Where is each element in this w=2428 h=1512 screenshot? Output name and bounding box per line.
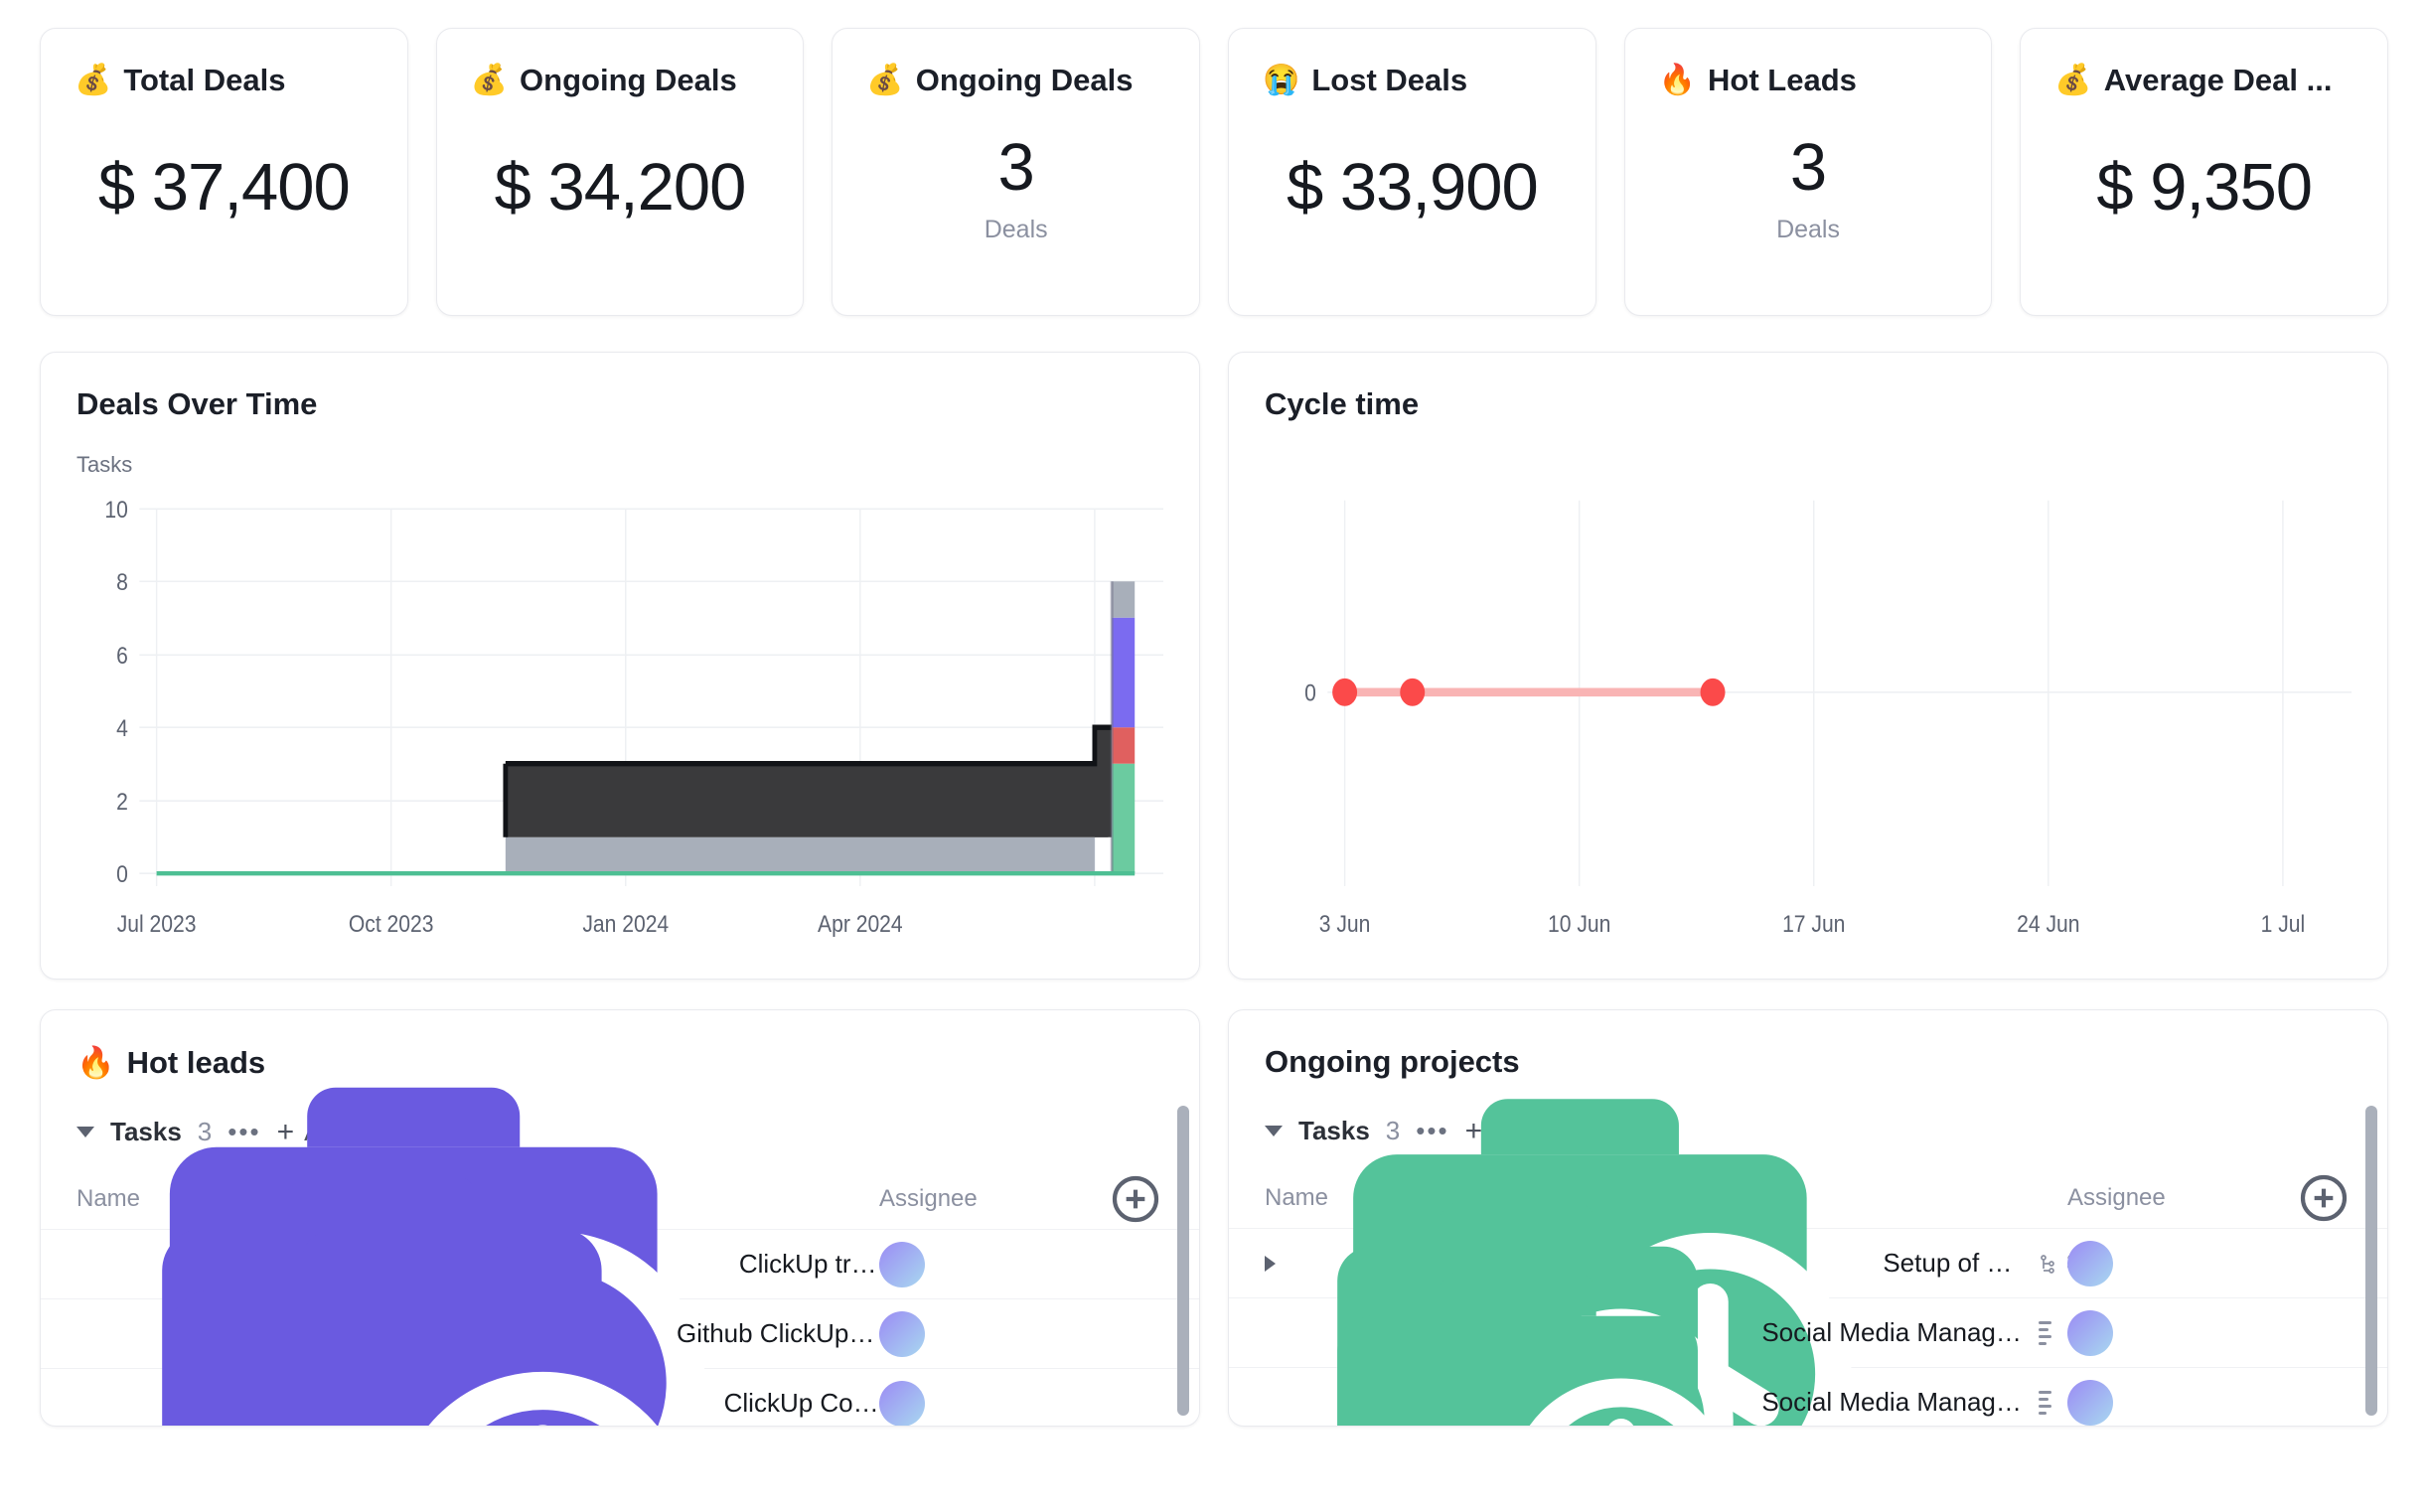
crying-face-icon: 😭 bbox=[1263, 66, 1299, 95]
kpi-body: $ 33,900 bbox=[1263, 98, 1562, 315]
svg-text:Oct 2023: Oct 2023 bbox=[349, 911, 434, 937]
deals-over-time-panel: Deals Over Time Tasks bbox=[40, 352, 1200, 980]
kpi-subtitle: Deals bbox=[985, 216, 1048, 244]
column-header-assignee[interactable]: Assignee bbox=[2067, 1184, 2296, 1212]
task-name: Social Media Management Campaign ... bbox=[1761, 1387, 2025, 1418]
svg-text:Jul 2023: Jul 2023 bbox=[117, 911, 197, 937]
kpi-body: 3 Deals bbox=[1659, 98, 1958, 315]
kpi-value: $ 37,400 bbox=[98, 149, 350, 226]
scrollbar-thumb[interactable] bbox=[2365, 1106, 2377, 1416]
kpi-body: $ 9,350 bbox=[2054, 98, 2353, 315]
table-row[interactable]: Social Media Management Campaign ... bbox=[1229, 1367, 2387, 1427]
avatar[interactable] bbox=[879, 1242, 925, 1287]
panel-title: Cycle time bbox=[1265, 386, 2352, 422]
kpi-title: Ongoing Deals bbox=[916, 63, 1134, 98]
y-axis-title: Tasks bbox=[76, 452, 1163, 478]
kpi-value: 3 bbox=[998, 129, 1034, 206]
kpi-title: Lost Deals bbox=[1311, 63, 1467, 98]
kpi-title: Hot Leads bbox=[1708, 63, 1857, 98]
svg-text:Jan 2024: Jan 2024 bbox=[582, 911, 669, 937]
assignee-cell[interactable] bbox=[2067, 1380, 2296, 1426]
hot-leads-table: Name Assignee bbox=[41, 1169, 1199, 1427]
y-axis-title bbox=[1265, 452, 2352, 478]
svg-text:24 Jun: 24 Jun bbox=[2017, 911, 2079, 937]
money-bag-icon: 💰 bbox=[2054, 66, 2091, 95]
list-row: 🔥 Hot leads Tasks 3 ••• + Add Task Name … bbox=[40, 1009, 2388, 1427]
task-name-cell[interactable]: ClickUp Coaching bbox=[76, 1100, 879, 1427]
svg-text:4: 4 bbox=[116, 715, 128, 741]
money-bag-icon: 💰 bbox=[866, 66, 903, 95]
assignee-cell[interactable] bbox=[879, 1381, 1108, 1427]
add-column-button[interactable] bbox=[2296, 1170, 2352, 1226]
panel-title: Deals Over Time bbox=[76, 386, 1163, 422]
avatar[interactable] bbox=[2067, 1310, 2113, 1356]
svg-text:3 Jun: 3 Jun bbox=[1319, 911, 1371, 937]
svg-text:6: 6 bbox=[116, 643, 128, 669]
svg-text:0: 0 bbox=[116, 861, 128, 887]
svg-text:10 Jun: 10 Jun bbox=[1548, 911, 1610, 937]
scrollbar-thumb[interactable] bbox=[1177, 1106, 1189, 1416]
task-briefcase-clock-icon bbox=[1288, 1172, 1747, 1427]
kpi-card-ongoing-deals-amount[interactable]: 💰 Ongoing Deals $ 34,200 bbox=[436, 28, 805, 316]
kpi-header: 💰 Total Deals bbox=[75, 63, 374, 98]
ongoing-projects-table: Name Assignee bbox=[1229, 1168, 2387, 1427]
assignee-cell[interactable] bbox=[879, 1242, 1108, 1287]
kpi-value: $ 9,350 bbox=[2096, 149, 2312, 226]
avatar[interactable] bbox=[2067, 1241, 2113, 1286]
vertical-scrollbar[interactable] bbox=[1177, 1106, 1189, 1416]
kpi-body: 3 Deals bbox=[866, 98, 1165, 315]
svg-text:Apr 2024: Apr 2024 bbox=[818, 911, 903, 937]
kpi-title: Average Deal ... bbox=[2104, 63, 2333, 98]
kpi-header: 💰 Ongoing Deals bbox=[866, 63, 1165, 98]
avatar[interactable] bbox=[879, 1311, 925, 1357]
money-bag-icon: 💰 bbox=[75, 66, 111, 95]
svg-text:8: 8 bbox=[116, 569, 128, 595]
svg-text:17 Jun: 17 Jun bbox=[1782, 911, 1845, 937]
assignee-cell[interactable] bbox=[2067, 1310, 2296, 1356]
kpi-title: Total Deals bbox=[123, 63, 285, 98]
money-bag-icon: 💰 bbox=[471, 66, 508, 95]
kpi-header: 😭 Lost Deals bbox=[1263, 63, 1562, 98]
add-column-button[interactable] bbox=[1108, 1171, 1163, 1227]
avatar[interactable] bbox=[2067, 1380, 2113, 1426]
avatar[interactable] bbox=[879, 1381, 925, 1427]
kpi-header: 🔥 Hot Leads bbox=[1659, 63, 1958, 98]
kpi-header: 💰 Ongoing Deals bbox=[471, 63, 770, 98]
svg-text:0: 0 bbox=[1304, 680, 1316, 705]
kpi-title: Ongoing Deals bbox=[520, 63, 737, 98]
description-icon bbox=[2039, 1391, 2051, 1415]
kpi-card-average-deal[interactable]: 💰 Average Deal ... $ 9,350 bbox=[2020, 28, 2388, 316]
column-header-assignee[interactable]: Assignee bbox=[879, 1185, 1108, 1213]
assignee-cell[interactable] bbox=[879, 1311, 1108, 1357]
cycle-time-panel: Cycle time 0 bbox=[1228, 352, 2388, 980]
kpi-card-row: 💰 Total Deals $ 37,400 💰 Ongoing Deals $… bbox=[40, 28, 2388, 316]
svg-text:2: 2 bbox=[116, 789, 128, 815]
assignee-cell[interactable] bbox=[2067, 1241, 2296, 1286]
kpi-card-total-deals[interactable]: 💰 Total Deals $ 37,400 bbox=[40, 28, 408, 316]
hot-leads-panel: 🔥 Hot leads Tasks 3 ••• + Add Task Name … bbox=[40, 1009, 1200, 1427]
kpi-body: $ 37,400 bbox=[75, 98, 374, 315]
deals-over-time-plot: 10 8 6 4 2 0 bbox=[76, 490, 1163, 959]
kpi-header: 💰 Average Deal ... bbox=[2054, 63, 2353, 98]
chart-row: Deals Over Time Tasks bbox=[40, 352, 2388, 980]
kpi-body: $ 34,200 bbox=[471, 98, 770, 315]
kpi-subtitle: Deals bbox=[1776, 216, 1840, 244]
fire-icon: 🔥 bbox=[1659, 66, 1696, 95]
kpi-value: $ 33,900 bbox=[1287, 149, 1538, 226]
kpi-card-hot-leads[interactable]: 🔥 Hot Leads 3 Deals bbox=[1624, 28, 1993, 316]
table-row[interactable]: ClickUp Coaching bbox=[41, 1368, 1199, 1427]
vertical-scrollbar[interactable] bbox=[2365, 1106, 2377, 1416]
task-name: ClickUp Coaching bbox=[724, 1388, 879, 1419]
svg-text:1 Jul: 1 Jul bbox=[2261, 911, 2306, 937]
task-name-cell[interactable]: Social Media Management Campaign ... bbox=[1265, 1172, 2067, 1427]
crm-dashboard: 💰 Total Deals $ 37,400 💰 Ongoing Deals $… bbox=[0, 0, 2428, 1427]
kpi-card-lost-deals[interactable]: 😭 Lost Deals $ 33,900 bbox=[1228, 28, 1596, 316]
ongoing-projects-panel: Ongoing projects Tasks 3 ••• + Add Task … bbox=[1228, 1009, 2388, 1427]
kpi-value: $ 34,200 bbox=[495, 149, 746, 226]
cycle-time-plot: 0 3 Jun 10 Jun 17 Jun 24 Jun 1 Jul bbox=[1265, 490, 2352, 959]
svg-text:10: 10 bbox=[104, 497, 127, 523]
kpi-value: 3 bbox=[1790, 129, 1826, 206]
task-briefcase-clock-icon bbox=[102, 1100, 710, 1427]
kpi-card-ongoing-deals-count[interactable]: 💰 Ongoing Deals 3 Deals bbox=[832, 28, 1200, 316]
